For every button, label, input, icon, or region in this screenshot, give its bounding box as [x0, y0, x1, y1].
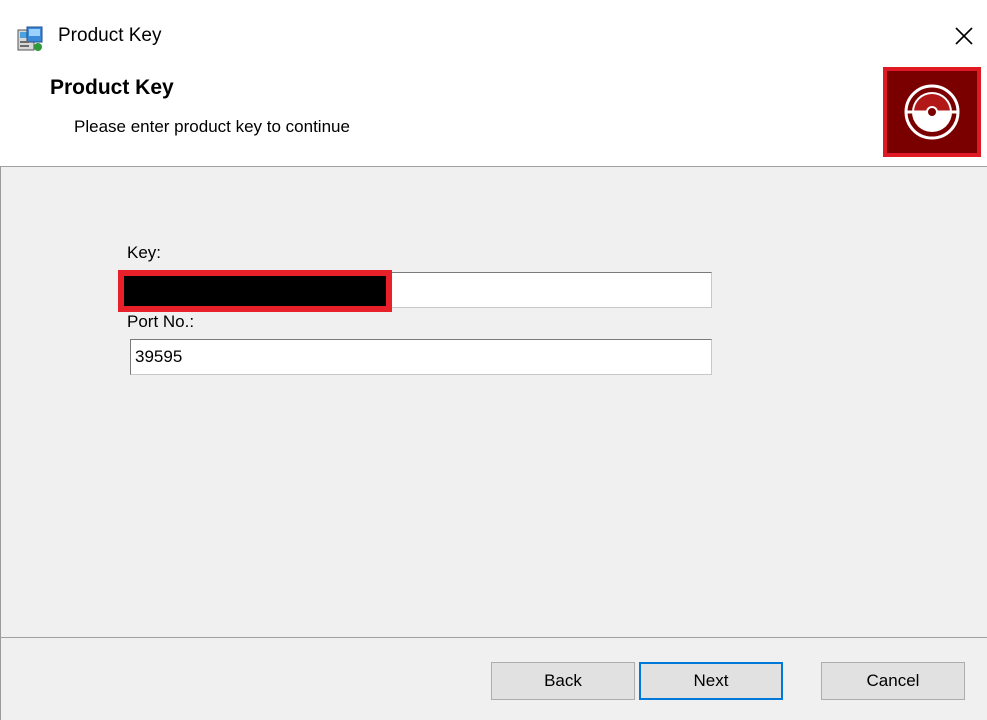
cancel-button[interactable]: Cancel — [821, 662, 965, 700]
header-banner: Product Key Please enter product key to … — [0, 58, 987, 167]
footer-divider — [0, 637, 987, 638]
disc-icon — [904, 84, 960, 140]
redacted-key-highlight — [118, 270, 392, 312]
installer-icon — [16, 24, 46, 54]
back-button[interactable]: Back — [491, 662, 635, 700]
close-button[interactable] — [946, 18, 982, 54]
disc-logo — [883, 67, 981, 157]
installer-window: Product Key Product Key Please enter pro… — [0, 0, 987, 720]
title-bar: Product Key — [0, 0, 987, 58]
page-title: Product Key — [50, 76, 174, 99]
port-label: Port No.: — [127, 312, 195, 331]
close-icon — [955, 27, 973, 45]
page-subtitle: Please enter product key to continue — [74, 117, 350, 136]
next-button[interactable]: Next — [639, 662, 783, 700]
key-label: Key: — [127, 243, 162, 262]
window-title: Product Key — [58, 25, 162, 46]
port-input[interactable]: 39595 — [130, 339, 712, 375]
